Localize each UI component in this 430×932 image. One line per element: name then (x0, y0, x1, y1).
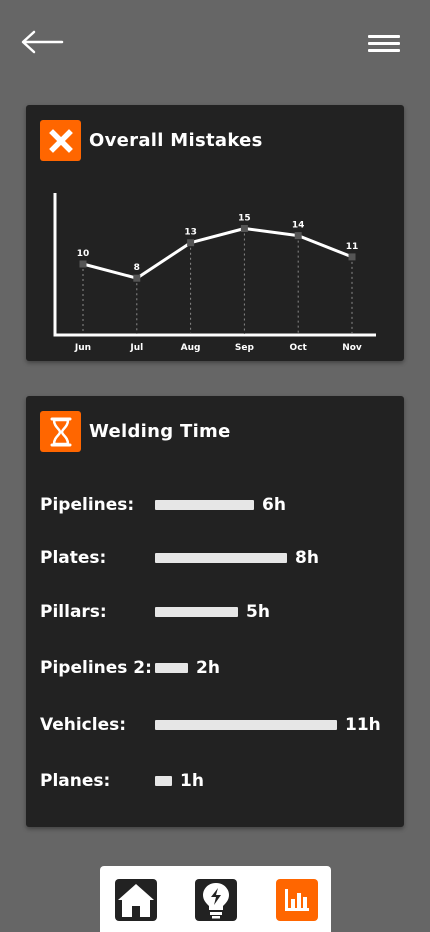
welding-row-bar (155, 776, 172, 786)
data-label-sep: 15 (238, 214, 251, 224)
welding-row: Pillars: 5h (40, 599, 400, 625)
data-label-oct: 14 (292, 221, 305, 231)
welding-row-bar (155, 720, 337, 730)
data-point-jul (133, 274, 141, 282)
data-label-jun: 10 (77, 249, 90, 259)
welding-row-value: 6h (262, 495, 286, 515)
data-point-jun (79, 260, 87, 268)
data-label-jul: 8 (134, 263, 140, 273)
chart-axes (53, 193, 376, 337)
nav-stats-button[interactable] (276, 879, 318, 921)
welding-row-label: Planes: (40, 771, 111, 791)
welding-row-label: Vehicles: (40, 715, 127, 735)
card-icon-box (40, 411, 81, 452)
welding-row-value: 8h (295, 548, 319, 568)
data-point-sep (240, 225, 248, 232)
x-mark-icon (48, 128, 73, 153)
welding-row-value: 5h (246, 602, 270, 622)
welding-row: Planes: 1h (40, 768, 400, 794)
overall-mistakes-card: Overall Mistakes 10 Jun 8 Jul 13 Aug 15 Sep 14 Oc… (26, 105, 404, 361)
x-tick-label-aug: Aug (181, 343, 201, 353)
data-point-nov (348, 253, 356, 261)
hourglass-icon (50, 417, 71, 446)
welding-row-label: Pillars: (40, 602, 107, 622)
welding-row-label: Plates: (40, 548, 107, 568)
welding-row: Pipelines 2: 2h (40, 655, 400, 681)
x-tick-label-sep: Sep (235, 343, 255, 353)
welding-row-bar (155, 607, 238, 617)
back-button[interactable] (18, 28, 66, 56)
hamburger-menu-icon (368, 49, 400, 52)
data-point-aug (187, 239, 195, 247)
welding-row-label: Pipelines: (40, 495, 135, 515)
hamburger-menu-icon (368, 42, 400, 45)
welding-row-label: Pipelines 2: (40, 658, 152, 678)
welding-row-bar (155, 663, 188, 673)
data-label-nov: 11 (346, 242, 359, 252)
overall-mistakes-title: Overall Mistakes (89, 130, 263, 151)
mistakes-series-line (82, 227, 353, 280)
hamburger-menu-icon (368, 35, 400, 38)
welding-row: Vehicles: 11h (40, 712, 400, 738)
x-tick-label-jun: Jun (74, 343, 91, 353)
data-label-aug: 13 (184, 228, 197, 238)
x-tick-label-nov: Nov (342, 343, 362, 353)
bottom-nav (100, 866, 331, 932)
welding-time-card: Welding Time Pipelines: 6h Plates: 8h Pillar… (26, 396, 404, 827)
lightbulb-icon (203, 883, 229, 919)
bar-chart-icon (285, 889, 309, 911)
welding-row-bar (155, 553, 287, 563)
card-icon-box (40, 120, 81, 161)
nav-ideas-button[interactable] (195, 879, 237, 921)
welding-row-value: 1h (180, 771, 204, 791)
x-tick-label-jul: Jul (129, 343, 143, 353)
menu-button[interactable] (364, 30, 404, 56)
welding-row: Pipelines: 6h (40, 492, 400, 518)
welding-row-bar (155, 500, 254, 510)
nav-home-button[interactable] (115, 879, 157, 921)
welding-time-title: Welding Time (89, 421, 231, 442)
mistakes-line-chart: 10 Jun 8 Jul 13 Aug 15 Sep 14 Oct 11 Nov (53, 193, 376, 353)
home-icon (118, 884, 154, 917)
x-tick-label-oct: Oct (290, 343, 308, 353)
arrow-left-icon (21, 30, 64, 54)
data-point-oct (294, 232, 302, 240)
welding-row-value: 2h (196, 658, 220, 678)
welding-row: Plates: 8h (40, 545, 400, 571)
welding-row-value: 11h (345, 715, 381, 735)
